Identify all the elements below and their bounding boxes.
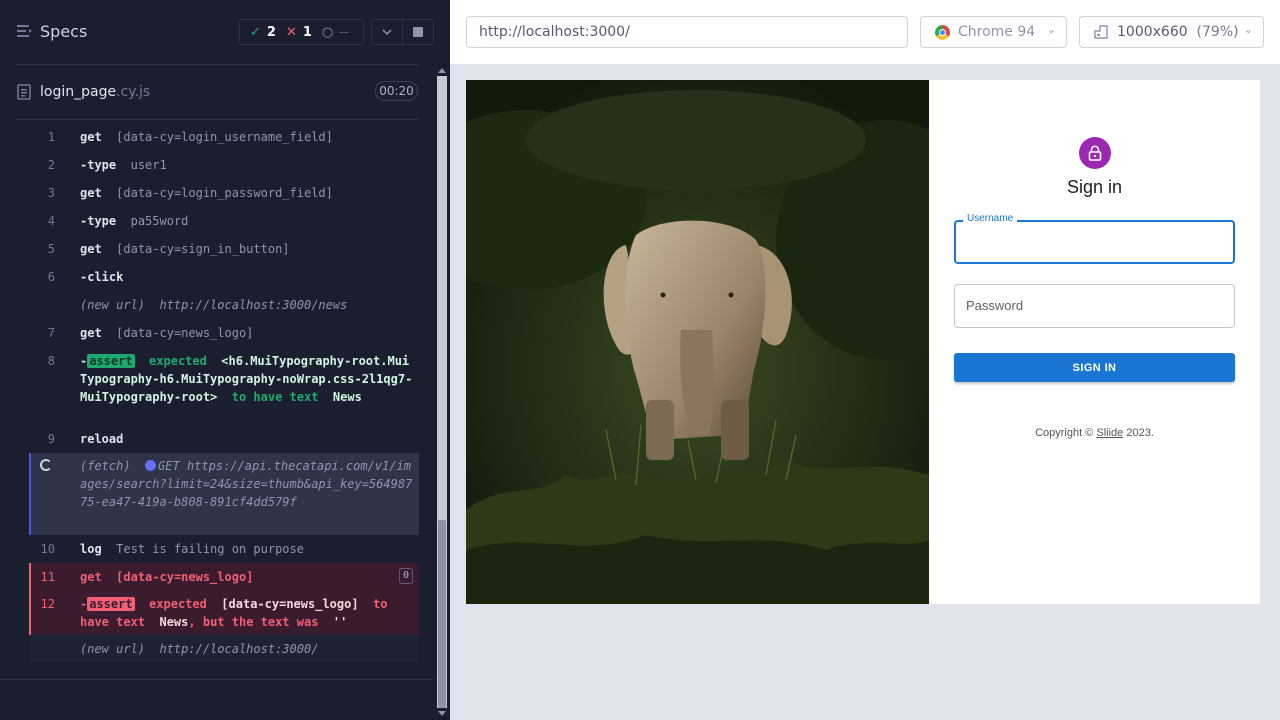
pending-dot-icon bbox=[145, 460, 157, 471]
copyright: Copyright © Sliide 2023. bbox=[1035, 427, 1154, 439]
spec-duration: 00:20 bbox=[375, 81, 418, 101]
test-stats: ✓ 2 ✕ 1 ○ -- bbox=[239, 19, 364, 45]
command-log: 1 get [data-cy=login_username_field] 2 -… bbox=[29, 123, 419, 663]
chrome-icon bbox=[935, 25, 950, 40]
scroll-up-icon[interactable] bbox=[438, 68, 446, 73]
browser-selector[interactable]: Chrome 94 ⌄ bbox=[920, 16, 1067, 48]
failed-assertion-row[interactable]: 12 - assert expected [data-cy=news_logo] … bbox=[29, 591, 419, 635]
new-url-row[interactable]: (new url) http://localhost:3000/ bbox=[29, 635, 419, 663]
chevron-down-icon: ⌄ bbox=[1243, 23, 1253, 36]
footer-divider bbox=[0, 679, 434, 680]
signin-title: Sign in bbox=[1066, 177, 1123, 197]
scroll-down-icon[interactable] bbox=[438, 711, 446, 716]
viewport-icon bbox=[1094, 25, 1108, 39]
command-row[interactable]: 10 log Test is failing on purpose bbox=[29, 535, 419, 563]
element-count-badge: 0 bbox=[398, 568, 413, 584]
stop-button[interactable] bbox=[402, 19, 434, 45]
elephant-photo bbox=[466, 80, 929, 604]
command-row[interactable]: 9 reload bbox=[29, 427, 419, 453]
passed-count: 2 bbox=[266, 24, 276, 40]
chevron-down-icon bbox=[382, 29, 392, 35]
specs-header: Specs ✓ 2 ✕ 1 ○ -- bbox=[0, 0, 450, 64]
specs-title[interactable]: Specs bbox=[40, 22, 87, 41]
stop-icon bbox=[413, 27, 423, 37]
command-row[interactable]: 4 -type pa55word bbox=[29, 207, 419, 235]
username-input[interactable]: Username bbox=[954, 213, 1235, 264]
lock-icon bbox=[1079, 137, 1111, 169]
pending-count: -- bbox=[339, 24, 349, 40]
check-icon: ✓ bbox=[250, 24, 261, 40]
command-row[interactable]: 1 get [data-cy=login_username_field] bbox=[29, 123, 419, 151]
command-row[interactable]: 2 -type user1 bbox=[29, 151, 419, 179]
assert-badge: assert bbox=[87, 354, 135, 368]
aut-header: http://localhost:3000/ Chrome 94 ⌄ 1000x… bbox=[450, 0, 1280, 64]
command-row[interactable]: 6 -click bbox=[29, 263, 419, 291]
browser-label: Chrome 94 bbox=[958, 24, 1036, 40]
spec-file-name: login_page.cy.js bbox=[40, 84, 151, 100]
aut-iframe: Sign in Username Password SIGN IN Copyri… bbox=[466, 80, 1260, 604]
command-log-scrollbar[interactable] bbox=[434, 64, 450, 720]
document-icon bbox=[17, 84, 31, 100]
scrollbar-thumb[interactable] bbox=[438, 520, 446, 708]
failed-count: 1 bbox=[302, 24, 312, 40]
specs-list-icon[interactable] bbox=[17, 24, 33, 38]
failed-stat: ✕ 1 bbox=[286, 25, 312, 40]
password-input[interactable]: Password bbox=[954, 284, 1235, 328]
loading-spinner-icon bbox=[40, 459, 52, 471]
fetch-row[interactable]: (fetch) GET https://api.thecatapi.com/v1… bbox=[29, 453, 419, 535]
viewport-label: 1000x660 (79%) bbox=[1117, 24, 1239, 40]
assert-badge: assert bbox=[87, 597, 135, 611]
failed-command-row[interactable]: 11 get [data-cy=news_logo] 0 bbox=[29, 563, 419, 591]
cross-icon: ✕ bbox=[285, 24, 297, 40]
copyright-link[interactable]: Sliide bbox=[1096, 427, 1123, 439]
viewport-selector[interactable]: 1000x660 (79%) ⌄ bbox=[1079, 16, 1264, 48]
assertion-passed-row[interactable]: 8 - assert expected <h6.MuiTypography-roo… bbox=[29, 347, 419, 427]
chevron-down-icon: ⌄ bbox=[1046, 23, 1056, 36]
passed-stat: ✓ 2 bbox=[250, 25, 276, 40]
expand-collapse-button[interactable] bbox=[371, 19, 403, 45]
cypress-reporter: Specs ✓ 2 ✕ 1 ○ -- login_page.cy.js 00:2… bbox=[0, 0, 450, 720]
file-divider bbox=[16, 119, 419, 120]
pending-stat: ○ -- bbox=[322, 25, 349, 40]
new-url-row[interactable]: (new url) http://localhost:3000/news bbox=[29, 291, 419, 319]
aut-url-bar[interactable]: http://localhost:3000/ bbox=[466, 16, 908, 48]
username-label: Username bbox=[963, 213, 1018, 224]
header-divider bbox=[16, 64, 419, 65]
command-row[interactable]: 3 get [data-cy=login_password_field] bbox=[29, 179, 419, 207]
signin-button[interactable]: SIGN IN bbox=[954, 353, 1235, 382]
spec-file-row[interactable]: login_page.cy.js 00:20 bbox=[0, 72, 434, 112]
pending-icon: ○ bbox=[321, 24, 334, 40]
command-row[interactable]: 5 get [data-cy=sign_in_button] bbox=[29, 235, 419, 263]
command-row[interactable]: 7 get [data-cy=news_logo] bbox=[29, 319, 419, 347]
password-placeholder: Password bbox=[966, 298, 1024, 313]
signin-panel: Sign in Username Password SIGN IN Copyri… bbox=[929, 80, 1260, 604]
